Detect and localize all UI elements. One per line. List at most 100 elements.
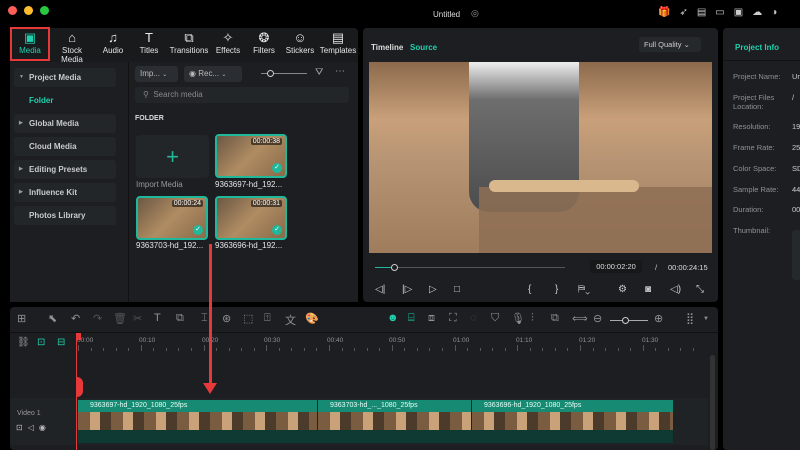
image-icon[interactable]: ⛶ (449, 312, 457, 325)
mask-icon[interactable]: ⛉ (491, 312, 499, 325)
zoom-in-icon[interactable]: ⊕ (654, 312, 663, 325)
unlink-icon[interactable]: ⛓ (17, 337, 30, 348)
magnetic-icon[interactable]: ⊟ (57, 337, 65, 348)
render-icon[interactable]: ⧉ (551, 312, 559, 325)
redo-icon[interactable]: ↷ (93, 312, 102, 325)
ai-tool-icon[interactable]: ⊛ (222, 312, 231, 325)
delete-icon[interactable]: 🗑 (113, 312, 127, 325)
clip-filmstrip[interactable] (78, 412, 317, 430)
cloud-icon[interactable]: ☁ (752, 7, 771, 18)
media-thumbnail[interactable]: 00:00:24 ✓ (136, 196, 208, 240)
clip-filmstrip[interactable] (318, 412, 471, 430)
filter-icon[interactable]: ⛛ (315, 67, 323, 78)
feedback-icon[interactable]: ▤ (697, 7, 715, 18)
select-tool-icon[interactable]: ⬉ (48, 312, 57, 325)
thumbnail-size-slider[interactable] (261, 70, 307, 77)
search-input[interactable]: ⚲ Search media (135, 87, 349, 103)
mark-out-icon[interactable]: } (555, 284, 558, 295)
layout-icon[interactable]: ▭ (715, 7, 733, 18)
layout-grid-icon[interactable]: ⊞ (17, 312, 26, 325)
track-layout-icon[interactable]: ⣿ (686, 312, 694, 325)
ruler-tick (517, 345, 519, 351)
settings-icon[interactable]: ⚙ (618, 284, 627, 295)
sidebar-item-influence-kit[interactable]: ▶ Influence Kit (14, 183, 116, 202)
media-thumbnail[interactable]: 00:00:38 ✓ (215, 134, 287, 178)
sidebar-item-folder[interactable]: Folder (14, 91, 116, 110)
keyframe-icon[interactable]: ⧈ (428, 312, 435, 325)
import-media-button[interactable]: + (136, 135, 209, 178)
close-window-button[interactable] (8, 6, 17, 15)
marker-icon[interactable]: ⛿⌄ (578, 284, 590, 295)
tab-source[interactable]: Source (410, 43, 437, 52)
scrubber-handle[interactable] (391, 264, 398, 271)
timeline-clip[interactable]: 9363703-hd_..._1080_25fps (318, 400, 471, 412)
clip-filmstrip[interactable] (472, 412, 673, 430)
stop-icon[interactable]: □ (454, 284, 460, 295)
titlebar-actions[interactable]: 🎁➶▤▭▣☁◑ (658, 7, 786, 18)
media-thumbnail[interactable]: 00:00:31 ✓ (215, 196, 287, 240)
color-palette-icon[interactable]: 🎨 (305, 312, 319, 325)
timeline-scrollbar[interactable] (710, 355, 715, 450)
quality-label: Full Quality (644, 40, 682, 49)
ruler-tick (592, 348, 594, 351)
folder-icon[interactable]: ⊡ (16, 423, 28, 432)
volume-icon[interactable]: ◁) (670, 284, 681, 295)
text-tool-icon[interactable]: T (154, 312, 161, 324)
speed-icon[interactable]: ◌ (470, 312, 477, 324)
tab-label: Filters (253, 46, 275, 55)
eye-icon[interactable]: ◉ (39, 423, 51, 432)
tab-stock-media[interactable]: ⌂ Stock Media (50, 30, 94, 64)
save-icon[interactable]: ▣ (734, 7, 752, 18)
sidebar-item-project-media[interactable]: ▼ Project Media (14, 68, 116, 87)
tab-templates[interactable]: ▤ Templates (316, 30, 360, 55)
snapshot-icon[interactable]: ◙ (645, 284, 651, 295)
tab-titles[interactable]: T Titles (127, 30, 171, 55)
sidebar-item-editing-presets[interactable]: ▶ Editing Presets (14, 160, 116, 179)
gift-icon[interactable]: 🎁 (658, 7, 679, 18)
video-preview[interactable] (369, 62, 712, 253)
playback-scrubber[interactable] (375, 264, 565, 271)
export-frame-icon[interactable]: ⍐ (264, 312, 271, 325)
play-icon[interactable]: ▷ (429, 284, 437, 295)
quality-dropdown[interactable]: Full Quality ⌄ (639, 37, 701, 52)
minimize-window-button[interactable] (24, 6, 33, 15)
replace-icon[interactable]: ⬚ (243, 312, 253, 325)
auto-ripple-icon[interactable]: ⊡ (37, 337, 45, 348)
playhead-top[interactable] (76, 333, 81, 340)
sidebar-item-photos-library[interactable]: Photos Library (14, 206, 116, 225)
zoom-slider[interactable] (610, 317, 648, 324)
record-dropdown[interactable]: ◉ Rec... ⌄ (184, 66, 242, 82)
sidebar-item-cloud-media[interactable]: Cloud Media (14, 137, 116, 156)
undo-icon[interactable]: ↶ (71, 312, 80, 325)
dropdown-icon[interactable]: ▼ (703, 316, 709, 322)
translate-icon[interactable]: 文 (285, 312, 296, 328)
import-dropdown[interactable]: Imp... ⌄ (135, 66, 178, 82)
timeline-clip[interactable]: 9363697-hd_1920_1080_25fps (78, 400, 317, 412)
next-frame-icon[interactable]: |▷ (402, 284, 412, 295)
microphone-icon[interactable]: 🎙 (511, 312, 525, 325)
split-icon[interactable]: ✂ (133, 312, 142, 325)
ai-copilot-icon[interactable]: ☻ (387, 312, 399, 324)
send-icon[interactable]: ➶ (679, 7, 696, 18)
tab-timeline[interactable]: Timeline (371, 43, 403, 52)
track-controls[interactable]: ⊡◁◉ (16, 423, 51, 432)
sidebar-item-global-media[interactable]: ▶ Global Media (14, 114, 116, 133)
support-icon[interactable]: ◑ (771, 7, 786, 18)
snap-icon[interactable]: ⌸ (408, 312, 415, 325)
ruler-label: 00:30 (264, 337, 281, 344)
chevron-down-icon: ⌄ (683, 40, 690, 49)
more-icon[interactable]: ⋯ (335, 66, 345, 77)
mark-in-icon[interactable]: { (528, 284, 531, 295)
freeze-icon[interactable]: ⌶ (201, 312, 208, 325)
audio-mixer-icon[interactable]: ⫶ (531, 312, 534, 325)
zoom-out-icon[interactable]: ⊖ (593, 312, 602, 325)
crop-icon[interactable]: ⧉ (176, 312, 184, 325)
playhead-handle[interactable] (76, 377, 83, 397)
maximize-window-button[interactable] (40, 6, 49, 15)
previous-frame-icon[interactable]: ◁| (375, 284, 385, 295)
fit-icon[interactable]: ⟺ (572, 312, 588, 325)
volume-icon[interactable]: ◁ (28, 423, 39, 432)
timeline-clip[interactable]: 9363696-hd_1920_1080_25fps (472, 400, 673, 412)
tab-transitions[interactable]: ⧉ Transitions (167, 30, 211, 55)
fullscreen-icon[interactable]: ⤡ (696, 284, 704, 295)
